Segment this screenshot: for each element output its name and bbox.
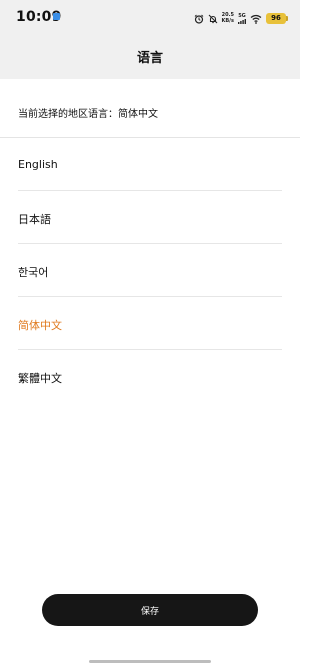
- language-option-label: English: [18, 158, 58, 171]
- language-option-label: 简体中文: [18, 319, 62, 332]
- net-speed: 20.5 KB/s: [222, 12, 235, 24]
- home-indicator[interactable]: [89, 660, 211, 663]
- current-region-language-text: 当前选择的地区语言：简体中文: [18, 109, 158, 120]
- current-region-language-row: 当前选择的地区语言：简体中文: [0, 79, 300, 138]
- alarm-icon: [194, 9, 204, 28]
- language-list: English 日本語 한국어 简体中文 繁體中文: [18, 138, 282, 402]
- status-icons: 20.5 KB/s 5G 96: [194, 9, 288, 28]
- language-option-label: 한국어: [18, 266, 49, 279]
- language-option-simplified-chinese[interactable]: 简体中文: [18, 297, 282, 350]
- battery-icon: 96: [266, 12, 288, 24]
- status-bar: 10:09 20.5 KB/s 5G 96: [0, 0, 300, 34]
- net-speed-unit: KB/s: [221, 18, 235, 24]
- language-option-traditional-chinese[interactable]: 繁體中文: [18, 350, 282, 402]
- signal-bars-icon: [238, 18, 246, 24]
- app-notification-icon: [53, 13, 60, 20]
- save-button[interactable]: 保存: [42, 594, 258, 626]
- language-option-english[interactable]: English: [18, 138, 282, 191]
- language-option-japanese[interactable]: 日本語: [18, 191, 282, 244]
- page-title: 语言: [136, 51, 163, 66]
- language-option-korean[interactable]: 한국어: [18, 244, 282, 297]
- language-option-label: 繁體中文: [18, 372, 62, 385]
- language-option-label: 日本語: [18, 213, 51, 226]
- cellular-signal: 5G: [238, 13, 246, 24]
- page-header: 语言: [0, 34, 300, 79]
- mute-bell-icon: [208, 9, 218, 28]
- wifi-icon: [250, 9, 262, 28]
